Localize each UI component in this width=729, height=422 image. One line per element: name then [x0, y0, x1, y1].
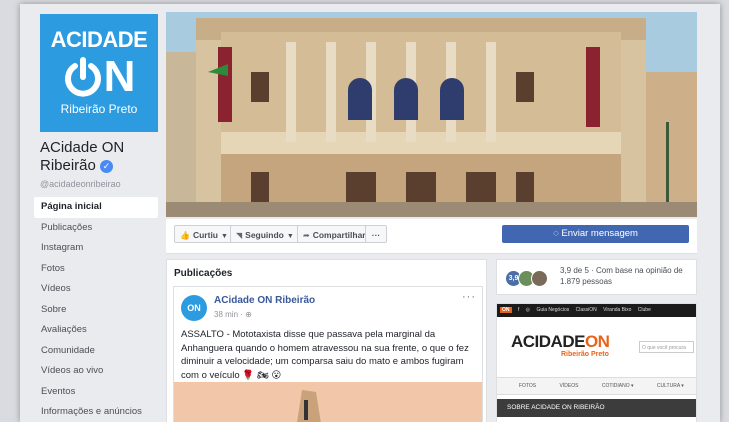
post-image[interactable]	[174, 382, 482, 422]
nav-item-photos[interactable]: Fotos	[34, 259, 158, 280]
logo-city: Ribeirão Preto	[60, 102, 138, 116]
nav-item-community[interactable]: Comunidade	[34, 341, 158, 362]
following-button[interactable]: ◥ Seguindo ▼	[230, 225, 300, 243]
preview-logo: ACIDADEON	[511, 332, 610, 352]
nav-item-videos[interactable]: Vídeos	[34, 279, 158, 300]
post-photo	[174, 382, 482, 422]
page-action-bar: 👍 Curtiu ▼ ◥ Seguindo ▼ ➦ Compartilhar ··· ◌ …	[166, 219, 697, 254]
preview-bar-link: Clube	[637, 307, 651, 313]
chevron-down-icon: ▼	[221, 233, 228, 240]
post-card: ON ACidade ON Ribeirão 38 min · ⊕ ··· AS…	[173, 286, 483, 422]
preview-search: O que você procura	[639, 341, 694, 353]
rating-summary[interactable]: 3,9 3,9 de 5 · Com base na opinião de 1.…	[496, 259, 697, 295]
preview-nav-item: CULTURA ▾	[656, 383, 684, 389]
more-options-button[interactable]: ···	[365, 225, 387, 243]
preview-nav-item: FOTOS	[519, 383, 537, 389]
facebook-page-window: ACIDADE N Ribeirão Preto ACidade ON Ribe…	[20, 4, 720, 422]
post-more-button[interactable]: ···	[462, 291, 476, 303]
preview-on-badge: ON	[500, 307, 512, 313]
reviewer-avatar	[531, 270, 548, 287]
nav-item-live-videos[interactable]: Vídeos ao vivo	[34, 361, 158, 382]
posts-title[interactable]: Publicações	[174, 268, 232, 279]
like-label: Curtiu	[192, 230, 218, 240]
nav-item-about[interactable]: Sobre	[34, 300, 158, 321]
posts-section: Publicações ON ACidade ON Ribeirão 38 mi…	[166, 259, 487, 422]
page-nav: Página inicial Publicações Instagram Fot…	[34, 197, 158, 422]
thumbs-up-icon: 👍	[180, 231, 190, 240]
preview-nav-item: COTIDIANO ▾	[601, 383, 634, 389]
preview-logo-a: ACIDADE	[511, 332, 585, 351]
nav-item-instagram[interactable]: Instagram	[34, 238, 158, 259]
page-handle[interactable]: @acidadeonribeirao	[40, 179, 121, 189]
theatre-building-image	[166, 12, 697, 217]
following-label: Seguindo	[245, 230, 284, 240]
preview-bar-link: Viranda Bixo	[603, 307, 632, 313]
power-icon	[64, 57, 101, 97]
like-button[interactable]: 👍 Curtiu ▼	[174, 225, 234, 243]
page-title[interactable]: ACidade ON Ribeirão ✓	[40, 139, 170, 175]
post-text: ASSALTO - Mototaxista disse que passava …	[181, 329, 469, 381]
preview-about-band: SOBRE ACIDADE ON RIBEIRÃO	[497, 399, 696, 417]
reviewer-avatars: 3,9	[505, 270, 553, 288]
nav-item-info-ads[interactable]: Informações e anúncios	[34, 402, 158, 422]
post-timestamp[interactable]: 38 min · ⊕	[214, 310, 252, 319]
preview-logo-b: ON	[584, 332, 610, 351]
send-message-button[interactable]: ◌ Enviar mensagem	[502, 225, 689, 243]
cover-photo[interactable]	[166, 12, 697, 217]
chevron-down-icon: ▼	[286, 233, 294, 240]
preview-bar-link: Guia Negócios	[536, 307, 570, 313]
preview-nav-item: VÍDEOS	[559, 383, 579, 389]
nav-item-events[interactable]: Eventos	[34, 382, 158, 403]
share-label: Compartilhar	[312, 230, 366, 240]
website-preview[interactable]: ON f ◎ Guia Negócios ClassiON Viranda Bi…	[496, 303, 697, 422]
logo-on: N	[40, 54, 158, 100]
send-message-label: Enviar mensagem	[561, 228, 638, 239]
instagram-icon: ◎	[525, 307, 531, 313]
post-author[interactable]: ACidade ON Ribeirão	[214, 295, 315, 306]
logo-text: ACIDADE	[50, 27, 148, 52]
preview-bar-link: ClassiON	[575, 307, 597, 313]
verified-badge-icon: ✓	[100, 160, 114, 173]
share-button[interactable]: ➦ Compartilhar	[297, 225, 372, 243]
nav-item-home[interactable]: Página inicial	[34, 197, 158, 218]
facebook-icon: f	[517, 307, 520, 313]
share-icon: ➦	[303, 231, 310, 240]
rss-icon: ◥	[236, 231, 243, 240]
preview-top-bar: ON f ◎ Guia Negócios ClassiON Viranda Bi…	[497, 304, 696, 317]
avatar[interactable]: ON	[181, 295, 207, 321]
rating-text: 3,9 de 5 · Com base na opinião de 1.879 …	[560, 266, 683, 286]
preview-nav: FOTOS VÍDEOS COTIDIANO ▾ CULTURA ▾	[497, 377, 696, 395]
nav-item-publications[interactable]: Publicações	[34, 218, 158, 239]
preview-logo-city: Ribeirão Preto	[561, 351, 609, 358]
nav-item-reviews[interactable]: Avaliações	[34, 320, 158, 341]
profile-picture[interactable]: ACIDADE N Ribeirão Preto	[40, 14, 158, 132]
logo-on-n: N	[103, 52, 136, 101]
